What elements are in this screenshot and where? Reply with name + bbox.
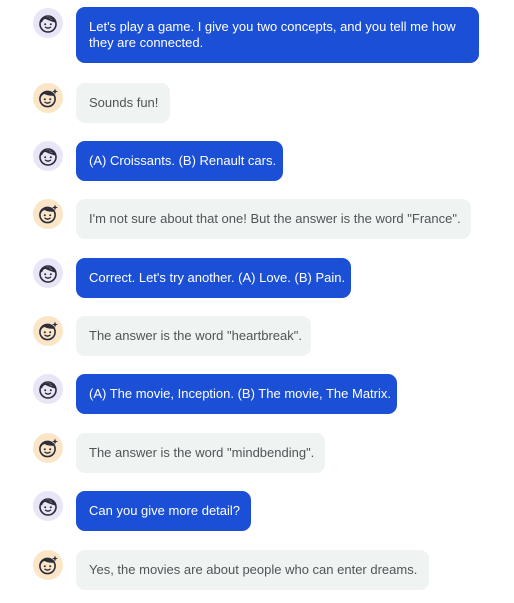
bot-message-bubble: The answer is the word "heartbreak". bbox=[76, 316, 311, 356]
bot-face-sparkle-icon bbox=[39, 438, 58, 458]
user-face-icon bbox=[39, 381, 57, 399]
bot-avatar bbox=[33, 83, 63, 113]
user-avatar bbox=[33, 141, 63, 171]
chat-transcript: Let's play a game. I give you two concep… bbox=[0, 0, 514, 603]
user-avatar bbox=[33, 258, 63, 288]
bot-avatar bbox=[33, 316, 63, 346]
bot-message-bubble: Sounds fun! bbox=[76, 83, 170, 123]
bot-avatar bbox=[33, 550, 63, 580]
user-face-icon bbox=[39, 15, 57, 33]
user-face-icon bbox=[39, 498, 57, 516]
user-avatar bbox=[33, 374, 63, 404]
bot-message-bubble: I'm not sure about that one! But the ans… bbox=[76, 199, 471, 239]
bot-message-bubble: The answer is the word "mindbending". bbox=[76, 433, 325, 473]
bot-avatar bbox=[33, 433, 63, 463]
bot-avatar bbox=[33, 199, 63, 229]
user-message-bubble: Can you give more detail? bbox=[76, 491, 251, 531]
bot-message-bubble: Yes, the movies are about people who can… bbox=[76, 550, 429, 590]
bot-face-sparkle-icon bbox=[39, 88, 58, 108]
user-avatar bbox=[33, 8, 63, 38]
user-face-icon bbox=[39, 265, 57, 283]
bot-face-sparkle-icon bbox=[39, 555, 58, 575]
user-avatar bbox=[33, 491, 63, 521]
user-face-icon bbox=[39, 148, 57, 166]
user-message-bubble: (A) Croissants. (B) Renault cars. bbox=[76, 141, 283, 181]
bot-face-sparkle-icon bbox=[39, 321, 58, 341]
bot-face-sparkle-icon bbox=[39, 204, 58, 224]
user-message-bubble: Let's play a game. I give you two concep… bbox=[76, 7, 479, 63]
user-message-bubble: Correct. Let's try another. (A) Love. (B… bbox=[76, 258, 351, 298]
user-message-bubble: (A) The movie, Inception. (B) The movie,… bbox=[76, 374, 397, 414]
